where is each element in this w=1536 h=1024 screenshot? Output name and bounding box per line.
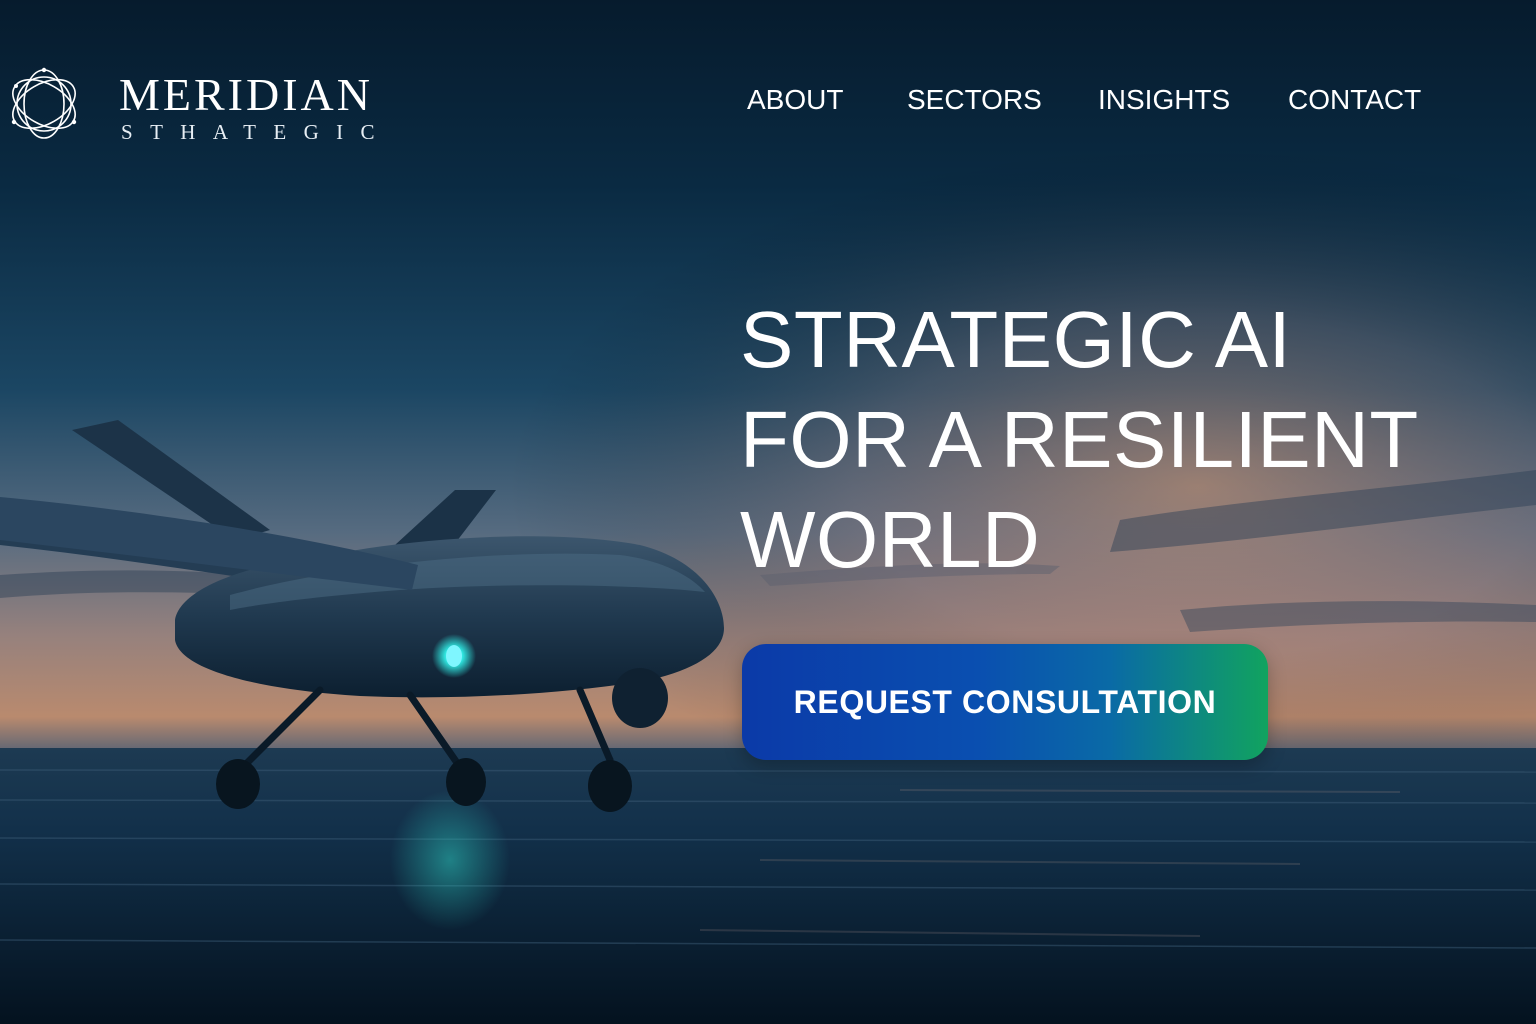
request-consultation-button[interactable]: REQUEST CONSULTATION <box>742 644 1268 760</box>
hero-headline: STRATEGIC AI FOR A RESILIENT WORLD <box>740 290 1419 590</box>
nav-item-contact[interactable]: CONTACT <box>1288 80 1421 120</box>
orbital-rings-icon[interactable] <box>4 62 84 146</box>
nav-item-sectors[interactable]: SECTORS <box>907 80 1042 120</box>
landing-page: MERIDIAN STHATEGIC ABOUT SECTORS INSIGHT… <box>0 0 1536 1024</box>
brand-name[interactable]: MERIDIAN <box>119 70 373 120</box>
brand-subtitle: STHATEGIC <box>121 120 392 144</box>
nav-item-insights[interactable]: INSIGHTS <box>1098 80 1230 120</box>
hero-headline-line-3: WORLD <box>740 495 1041 584</box>
hero-headline-line-2: FOR A RESILIENT <box>740 395 1419 484</box>
nav-item-about[interactable]: ABOUT <box>747 80 843 120</box>
request-consultation-label: REQUEST CONSULTATION <box>793 683 1217 720</box>
hero-headline-line-1: STRATEGIC AI <box>740 295 1292 384</box>
